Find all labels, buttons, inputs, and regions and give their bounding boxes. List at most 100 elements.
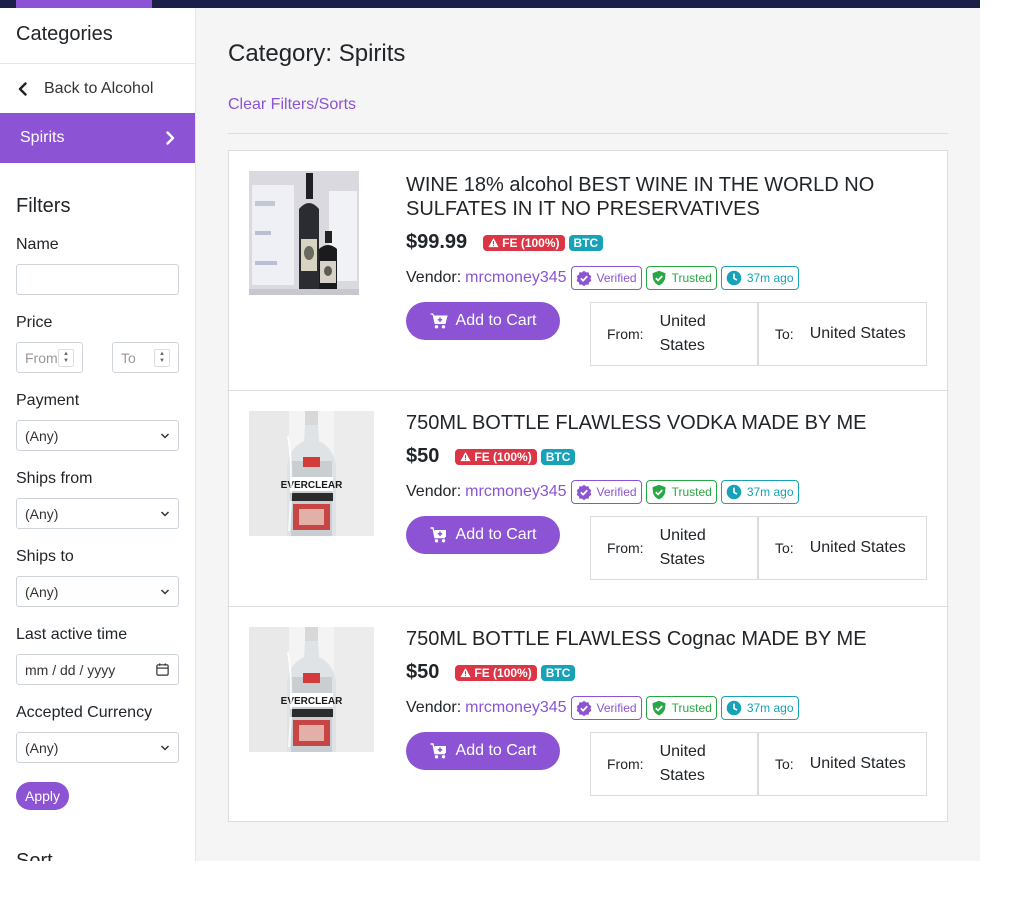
vendor-label: Vendor: — [406, 483, 462, 500]
product-image[interactable] — [249, 171, 359, 300]
chevron-down-icon — [160, 588, 170, 595]
bottle-label-text: EVERCLEAR — [281, 480, 343, 491]
verified-badge: Verified — [570, 480, 642, 504]
to-value: United States — [809, 325, 906, 342]
sidebar: Categories Back to Alcohol Spirits Filte… — [0, 8, 196, 861]
last-seen-badge: 37m ago — [720, 696, 799, 720]
ships-to-filter-label: Ships to — [16, 548, 74, 565]
trusted-badge: Trusted — [645, 696, 717, 720]
price-to-stepper-icon[interactable]: ▲ ▼ — [154, 348, 170, 367]
add-to-cart-button[interactable]: Add to Cart — [406, 516, 560, 554]
apply-filters-button[interactable]: Apply — [16, 782, 70, 810]
from-label: From: — [607, 756, 644, 772]
top-nav-bar — [0, 0, 980, 8]
everclear-bottle-image: EVERCLEAR — [249, 411, 374, 536]
to-value: United States — [809, 539, 906, 556]
last-seen-label: 37m ago — [746, 485, 794, 499]
from-value: United States — [659, 527, 706, 568]
payment-select[interactable]: (Any) — [16, 420, 179, 451]
warning-icon — [460, 451, 471, 462]
clock-icon — [726, 700, 742, 716]
chevron-left-icon — [18, 81, 27, 96]
add-to-cart-label: Add to Cart — [455, 742, 537, 759]
product-title[interactable]: 750ML BOTTLE FLAWLESS VODKA MADE BY ME — [406, 411, 906, 435]
ships-from-select-value: (Any) — [25, 505, 59, 522]
currency-filter-label: Accepted Currency — [16, 704, 153, 721]
trusted-badge: Trusted — [645, 266, 717, 290]
date-placeholder: mm / dd / yyyy — [25, 661, 116, 678]
trusted-label: Trusted — [671, 485, 712, 499]
chevron-down-icon — [160, 432, 170, 439]
ships-from-select[interactable]: (Any) — [16, 498, 179, 529]
cart-plus-icon — [430, 743, 446, 759]
product-card: WINE 18% alcohol BEST WINE IN THE WORLD … — [229, 151, 947, 391]
trusted-badge: Trusted — [645, 480, 717, 504]
to-value: United States — [809, 755, 906, 772]
sidebar-item-spirits[interactable]: Spirits — [0, 113, 195, 163]
vendor-label: Vendor: — [406, 269, 462, 286]
last-seen-badge: 37m ago — [720, 266, 799, 290]
main-content: Category: Spirits Clear Filters/Sorts WI… — [196, 8, 980, 861]
price-from-input[interactable]: From ▲ ▼ — [16, 342, 83, 373]
ships-to-select[interactable]: (Any) — [16, 576, 179, 607]
shipping-info: From: United States To: United States — [590, 732, 927, 796]
shield-check-icon — [652, 484, 666, 500]
vendor-link[interactable]: mrcmoney345 — [465, 699, 566, 717]
product-image[interactable]: EVERCLEAR — [249, 411, 374, 541]
name-filter-input[interactable] — [16, 264, 179, 295]
verified-badge: Verified — [570, 266, 642, 290]
add-to-cart-button[interactable]: Add to Cart — [406, 302, 560, 340]
fe-badge: FE (100%) — [483, 234, 565, 251]
page-title: Category: Spirits — [228, 40, 406, 67]
product-info: WINE 18% alcohol BEST WINE IN THE WORLD … — [406, 173, 927, 366]
trusted-label: Trusted — [671, 271, 712, 285]
from-label: From: — [607, 326, 644, 342]
last-seen-label: 37m ago — [746, 271, 794, 285]
fe-badge: FE (100%) — [455, 448, 537, 465]
add-to-cart-button[interactable]: Add to Cart — [406, 732, 560, 770]
price-to-input[interactable]: To ▲ ▼ — [112, 342, 179, 373]
last-active-filter-label: Last active time — [16, 626, 128, 643]
trusted-label: Trusted — [671, 701, 712, 715]
bottle-label-text: EVERCLEAR — [281, 696, 343, 707]
verified-check-icon — [576, 484, 591, 500]
payment-filter-label: Payment — [16, 392, 80, 409]
product-card: EVERCLEAR 750ML BOTTLE FLAWLESS VODKA MA… — [229, 391, 947, 607]
verified-badge: Verified — [570, 696, 642, 720]
warning-icon — [488, 237, 499, 248]
vendor-label: Vendor: — [406, 699, 462, 716]
clock-icon — [726, 484, 742, 500]
vendor-link[interactable]: mrcmoney345 — [465, 269, 566, 287]
product-title[interactable]: WINE 18% alcohol BEST WINE IN THE WORLD … — [406, 173, 906, 221]
fe-badge-label: FE (100%) — [502, 235, 560, 250]
last-active-date-input[interactable]: mm / dd / yyyy — [16, 654, 179, 685]
calendar-icon[interactable] — [155, 662, 170, 677]
sidebar-item-label: Spirits — [20, 129, 65, 146]
add-to-cart-label: Add to Cart — [455, 526, 537, 543]
price-filter-label: Price — [16, 314, 53, 331]
payment-select-value: (Any) — [25, 427, 59, 444]
to-label: To: — [775, 326, 794, 342]
clear-filters-link[interactable]: Clear Filters/Sorts — [228, 96, 356, 114]
product-info: 750ML BOTTLE FLAWLESS VODKA MADE BY ME $… — [406, 411, 927, 580]
filters-title: Filters — [16, 195, 71, 217]
ships-to-box: To: United States — [758, 302, 927, 366]
product-image[interactable]: EVERCLEAR — [249, 627, 374, 757]
vendor-link[interactable]: mrcmoney345 — [465, 483, 566, 501]
from-value: United States — [659, 743, 706, 784]
sort-title: Sort — [16, 850, 53, 861]
fe-badge-label: FE (100%) — [474, 449, 532, 464]
product-price: $50 — [406, 445, 440, 467]
product-price: $50 — [406, 661, 440, 683]
price-from-stepper-icon[interactable]: ▲ ▼ — [58, 348, 74, 367]
shipping-info: From: United States To: United States — [590, 516, 927, 580]
verified-label: Verified — [596, 485, 637, 499]
price-to-placeholder: To — [121, 349, 136, 366]
name-filter-label: Name — [16, 236, 59, 253]
active-nav-indicator[interactable] — [16, 0, 152, 8]
back-to-parent-category-link[interactable]: Back to Alcohol — [0, 64, 195, 113]
currency-select[interactable]: (Any) — [16, 732, 179, 763]
verified-label: Verified — [596, 701, 637, 715]
product-title[interactable]: 750ML BOTTLE FLAWLESS Cognac MADE BY ME — [406, 627, 906, 651]
ships-to-select-value: (Any) — [25, 583, 59, 600]
